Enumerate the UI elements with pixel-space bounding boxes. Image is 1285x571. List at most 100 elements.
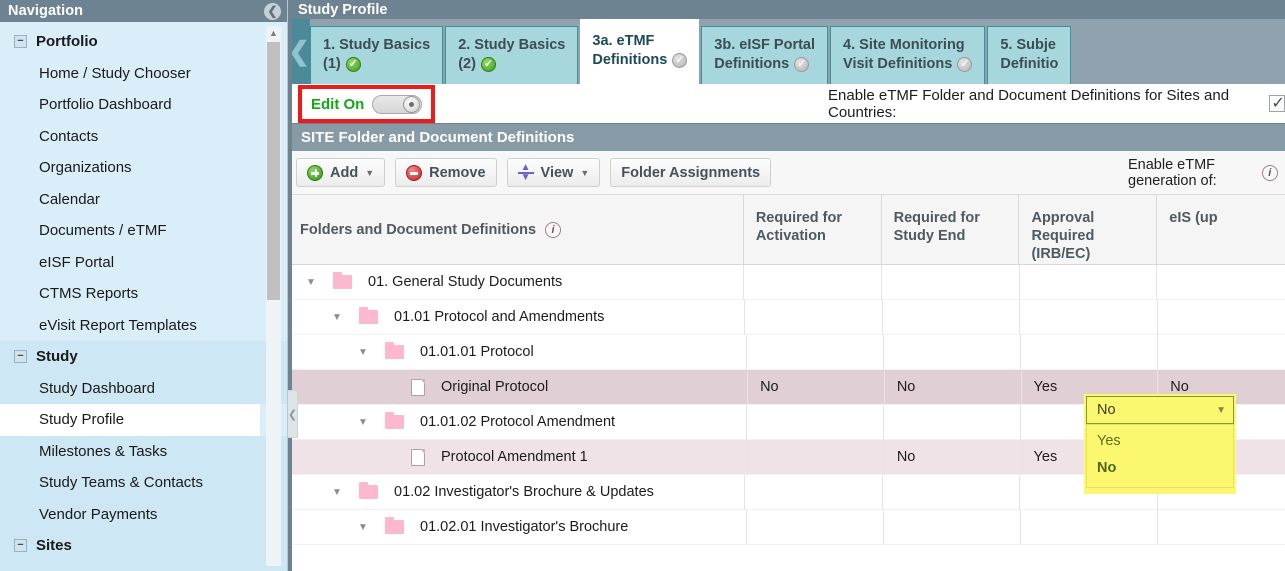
- tree-cell[interactable]: ▼ 01. General Study Documents: [288, 265, 743, 300]
- chevron-down-icon[interactable]: ▼: [332, 312, 343, 323]
- cell-required-activation[interactable]: [745, 334, 883, 370]
- sidebar-item-eisf-portal[interactable]: eISF Portal: [0, 247, 287, 279]
- chevron-down-icon[interactable]: ▼: [358, 347, 369, 358]
- table-row[interactable]: ▼ 01.02.01 Investigator's Brochure: [288, 509, 1285, 545]
- cell-required-study-end[interactable]: [882, 509, 1020, 545]
- chevron-down-icon[interactable]: ▼: [306, 277, 317, 288]
- folder-assignments-button[interactable]: Folder Assignments: [610, 158, 772, 187]
- tab-5[interactable]: 4. Site Monitoring Visit Definitions: [830, 26, 986, 84]
- table-row[interactable]: ▼ 01.01 Protocol and Amendments: [288, 299, 1285, 335]
- dropdown-control[interactable]: No ▼: [1086, 396, 1234, 424]
- cell-required-study-end[interactable]: [880, 264, 1019, 300]
- sidebar-item-home-study-chooser[interactable]: Home / Study Chooser: [0, 58, 287, 90]
- cell-required-activation[interactable]: [744, 474, 881, 510]
- tree-cell[interactable]: ▼ 01.02 Investigator's Brochure & Updates: [288, 475, 744, 510]
- required-activation-dropdown[interactable]: No ▼ Yes No: [1086, 396, 1234, 488]
- sidebar-item-portfolio-dashboard[interactable]: Portfolio Dashboard: [0, 89, 287, 121]
- sidebar-item-label: Home / Study Chooser: [39, 64, 191, 82]
- tab-2[interactable]: 2. Study Basics (2): [445, 26, 579, 84]
- cell-required-activation[interactable]: [744, 299, 881, 335]
- navigation-scrollbar[interactable]: ▲: [266, 26, 281, 566]
- sidebar-item-evisit-report-templates[interactable]: eVisit Report Templates: [0, 310, 287, 342]
- tree-cell[interactable]: ▼ 01.01 Protocol and Amendments: [288, 300, 744, 335]
- chevron-left-icon[interactable]: ❮: [264, 2, 281, 20]
- sidebar-item-sites-contacts[interactable]: Sites & Contacts: [0, 561, 287, 571]
- sidebar-item-label: Documents / eTMF: [39, 222, 167, 240]
- dropdown-value: No: [1097, 402, 1116, 418]
- sidebar-item-organizations[interactable]: Organizations: [0, 152, 287, 184]
- content-pane-collapse-handle[interactable]: ❮: [288, 390, 298, 438]
- tree-cell[interactable]: Protocol Amendment 1: [288, 440, 747, 475]
- cell-eisf[interactable]: [1156, 299, 1285, 335]
- sidebar-item-study-dashboard[interactable]: Study Dashboard: [0, 372, 287, 404]
- cell-required-activation[interactable]: [745, 509, 883, 545]
- cell-required-study-end[interactable]: [882, 404, 1020, 440]
- cell-required-study-end[interactable]: [881, 299, 1019, 335]
- sidebar-group-portfolio[interactable]: − Portfolio: [0, 26, 287, 58]
- view-button[interactable]: ▲ ▼ View ▼: [506, 158, 601, 187]
- cell-eisf[interactable]: [1156, 509, 1285, 545]
- cell-approval-required[interactable]: [1019, 334, 1157, 370]
- sidebar-item-vendor-payments[interactable]: Vendor Payments: [0, 498, 287, 530]
- table-row[interactable]: ▼ 01.01.01 Protocol: [288, 334, 1285, 370]
- column-header-approval-required: Approval Required (IRB/EC): [1018, 195, 1156, 264]
- sidebar-item-label: Portfolio Dashboard: [39, 96, 172, 114]
- tree-cell[interactable]: ▼ 01.01.02 Protocol Amendment: [288, 405, 746, 440]
- folder-icon: [333, 272, 352, 289]
- scrollbar-thumb[interactable]: [267, 42, 280, 300]
- cell-required-study-end[interactable]: No: [883, 439, 1021, 475]
- cell-approval-required[interactable]: [1019, 299, 1156, 335]
- edit-mode-toggle[interactable]: [372, 94, 423, 114]
- cell-eisf[interactable]: [1156, 264, 1285, 300]
- scroll-up-icon[interactable]: ▲: [267, 28, 280, 38]
- tree-item-label: 01.02.01 Investigator's Brochure: [420, 519, 629, 535]
- sidebar-item-label: CTMS Reports: [39, 285, 139, 303]
- table-row[interactable]: ▼ 01. General Study Documents: [288, 264, 1285, 300]
- sidebar-item-contacts[interactable]: Contacts: [0, 121, 287, 153]
- cell-required-activation[interactable]: [747, 439, 884, 475]
- cell-eisf[interactable]: [1156, 334, 1285, 370]
- cell-required-activation[interactable]: No: [747, 369, 884, 405]
- column-header-folders: Folders and Document Definitions i: [288, 195, 743, 264]
- sidebar-item-documents-etmf[interactable]: Documents / eTMF: [0, 215, 287, 247]
- cell-approval-required[interactable]: [1019, 509, 1157, 545]
- sidebar-item-label: Organizations: [39, 159, 132, 177]
- cell-approval-required[interactable]: [1018, 264, 1157, 300]
- add-button[interactable]: Add ▼: [296, 158, 386, 187]
- chevron-down-icon[interactable]: ▼: [358, 522, 369, 533]
- tab-3[interactable]: 3a. eTMF Definitions: [580, 19, 700, 84]
- remove-button[interactable]: Remove: [395, 158, 497, 187]
- sidebar-item-ctms-reports[interactable]: CTMS Reports: [0, 278, 287, 310]
- tab-label-line1: 2. Study Basics: [458, 37, 566, 53]
- info-icon[interactable]: i: [1261, 165, 1278, 181]
- tab-4[interactable]: 3b. eISF Portal Definitions: [701, 26, 829, 84]
- tab-6[interactable]: 5. Subje Definitio: [987, 26, 1072, 84]
- sidebar-item-calendar[interactable]: Calendar: [0, 184, 287, 216]
- collapse-minus-icon[interactable]: −: [14, 350, 27, 364]
- info-icon[interactable]: i: [545, 221, 562, 238]
- dropdown-option[interactable]: Yes: [1087, 427, 1233, 454]
- chevron-down-icon[interactable]: ▼: [358, 417, 369, 428]
- collapse-minus-icon[interactable]: −: [14, 539, 27, 553]
- tab-1[interactable]: 1. Study Basics (1): [310, 26, 444, 84]
- tab-label-line2: Definitions: [592, 52, 668, 68]
- view-button-label: View: [540, 164, 574, 181]
- dropdown-option[interactable]: No: [1087, 454, 1233, 481]
- tree-cell[interactable]: ▼ 01.01.01 Protocol: [288, 335, 746, 370]
- cell-required-activation[interactable]: [745, 404, 883, 440]
- sidebar-group-sites[interactable]: − Sites: [0, 530, 287, 562]
- cell-required-study-end[interactable]: [882, 334, 1020, 370]
- enable-definitions-checkbox[interactable]: [1269, 93, 1285, 113]
- sidebar-item-milestones-tasks[interactable]: Milestones & Tasks: [0, 435, 287, 467]
- sidebar-item-study-teams-contacts[interactable]: Study Teams & Contacts: [0, 467, 287, 499]
- tree-cell[interactable]: Original Protocol: [288, 370, 747, 405]
- sidebar-group-study[interactable]: − Study: [0, 341, 287, 373]
- cell-required-study-end[interactable]: No: [883, 369, 1021, 405]
- collapse-minus-icon[interactable]: −: [14, 35, 27, 49]
- sidebar-item-study-profile[interactable]: Study Profile: [0, 404, 260, 436]
- tree-cell[interactable]: ▼ 01.02.01 Investigator's Brochure: [288, 510, 746, 545]
- cell-required-study-end[interactable]: [881, 474, 1019, 510]
- tab-label-line2: Visit Definitions: [843, 56, 953, 72]
- chevron-down-icon[interactable]: ▼: [332, 487, 343, 498]
- cell-required-activation[interactable]: [743, 264, 881, 300]
